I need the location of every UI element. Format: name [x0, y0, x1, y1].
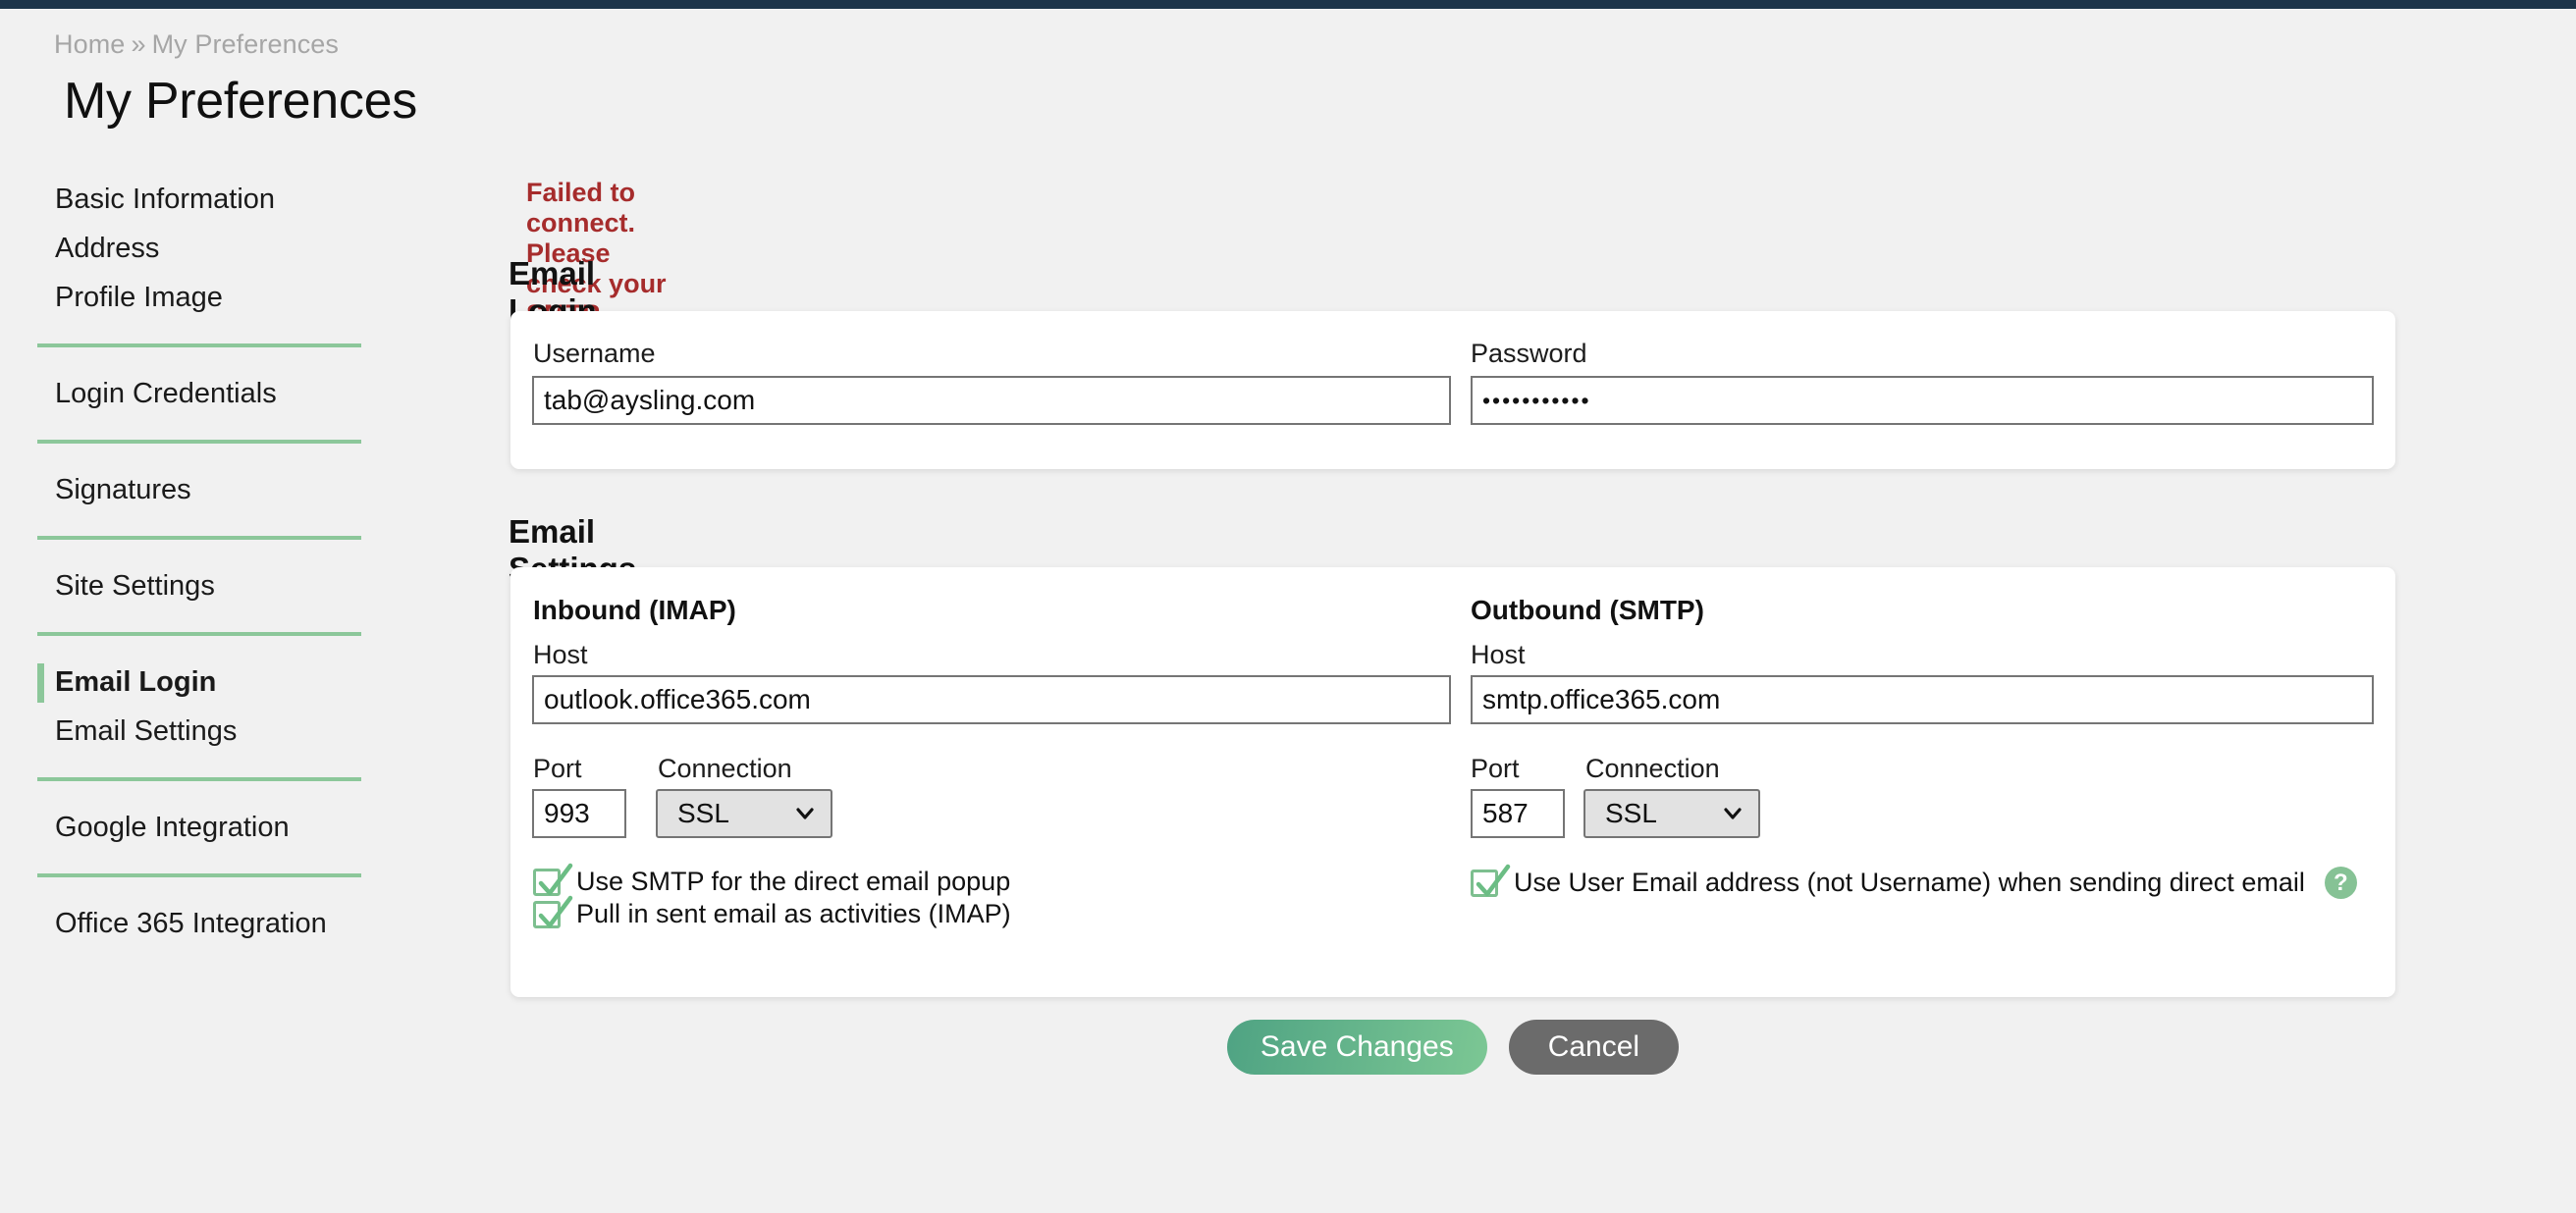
sidebar-item-site-settings[interactable]: Site Settings: [0, 561, 422, 610]
outbound-heading: Outbound (SMTP): [1471, 597, 1704, 624]
password-label: Password: [1471, 341, 1587, 367]
sidebar-nav: Basic Information Address Profile Image …: [0, 175, 422, 948]
pull-sent-imap-label: Pull in sent email as activities (IMAP): [576, 899, 1011, 929]
sidebar-item-label: Site Settings: [55, 570, 215, 603]
sidebar-divider: [37, 440, 361, 444]
outbound-connection-label: Connection: [1585, 756, 1720, 782]
top-accent-bar: [0, 0, 2576, 9]
inbound-connection-value: SSL: [677, 791, 729, 836]
breadcrumb-separator: »: [125, 29, 151, 59]
sidebar-item-signatures[interactable]: Signatures: [0, 465, 422, 514]
use-user-email-checkbox-row[interactable]: Use User Email address (not Username) wh…: [1471, 867, 2357, 899]
checkbox-checked-icon[interactable]: [533, 869, 561, 896]
email-settings-card: Inbound (IMAP) Host Port Connection SSL …: [510, 567, 2395, 997]
use-smtp-popup-label: Use SMTP for the direct email popup: [576, 867, 1010, 897]
inbound-host-input[interactable]: [532, 675, 1451, 724]
breadcrumb-current: My Preferences: [152, 29, 339, 59]
inbound-connection-select[interactable]: SSL: [656, 789, 832, 838]
chevron-down-icon: [1723, 804, 1743, 823]
password-input[interactable]: [1471, 376, 2374, 425]
page-title: My Preferences: [64, 72, 417, 131]
sidebar-item-basic-information[interactable]: Basic Information: [0, 175, 422, 224]
sidebar-item-label: Google Integration: [55, 812, 290, 844]
breadcrumb: Home»My Preferences: [54, 29, 339, 60]
sidebar-divider: [37, 343, 361, 347]
sidebar-divider: [37, 536, 361, 540]
sidebar-group: Basic Information Address Profile Image: [0, 175, 422, 322]
sidebar-item-label: Email Settings: [55, 715, 237, 748]
sidebar-item-login-credentials[interactable]: Login Credentials: [0, 369, 422, 418]
sidebar-item-address[interactable]: Address: [0, 224, 422, 273]
sidebar-item-label: Email Login: [55, 666, 216, 699]
cancel-button[interactable]: Cancel: [1509, 1020, 1679, 1075]
outbound-port-label: Port: [1471, 756, 1520, 782]
sidebar-group: Google Integration: [0, 803, 422, 852]
sidebar-divider: [37, 873, 361, 877]
sidebar-item-email-settings[interactable]: Email Settings: [0, 707, 422, 756]
sidebar-item-label: Office 365 Integration: [55, 908, 327, 940]
checkbox-checked-icon[interactable]: [533, 901, 561, 928]
outbound-connection-select[interactable]: SSL: [1583, 789, 1760, 838]
chevron-down-icon: [795, 804, 815, 823]
sidebar-item-label: Basic Information: [55, 184, 275, 216]
form-actions: Save Changes Cancel: [510, 1020, 2395, 1075]
sidebar-item-label: Address: [55, 233, 159, 265]
sidebar-item-label: Signatures: [55, 474, 191, 506]
sidebar-item-office-365-integration[interactable]: Office 365 Integration: [0, 899, 422, 948]
sidebar-group: Signatures: [0, 465, 422, 514]
email-login-card: Username Password: [510, 311, 2395, 469]
checkbox-checked-icon[interactable]: [1471, 870, 1498, 897]
sidebar-item-label: Profile Image: [55, 282, 223, 314]
sidebar-divider: [37, 777, 361, 781]
sidebar-item-profile-image[interactable]: Profile Image: [0, 273, 422, 322]
username-label: Username: [533, 341, 656, 367]
inbound-connection-label: Connection: [658, 756, 792, 782]
outbound-host-input[interactable]: [1471, 675, 2374, 724]
inbound-port-label: Port: [533, 756, 582, 782]
save-changes-button[interactable]: Save Changes: [1227, 1020, 1487, 1075]
sidebar-divider: [37, 632, 361, 636]
outbound-connection-value: SSL: [1605, 791, 1657, 836]
outbound-host-label: Host: [1471, 642, 1526, 668]
sidebar-item-google-integration[interactable]: Google Integration: [0, 803, 422, 852]
username-input[interactable]: [532, 376, 1451, 425]
inbound-heading: Inbound (IMAP): [533, 597, 736, 624]
use-user-email-label: Use User Email address (not Username) wh…: [1514, 868, 2305, 898]
sidebar-item-email-login[interactable]: Email Login: [0, 658, 422, 707]
help-icon[interactable]: ?: [2325, 867, 2357, 899]
outbound-port-input[interactable]: [1471, 789, 1565, 838]
inbound-port-input[interactable]: [532, 789, 626, 838]
sidebar-group: Site Settings: [0, 561, 422, 610]
pull-sent-imap-checkbox-row[interactable]: Pull in sent email as activities (IMAP): [533, 899, 1011, 929]
sidebar-group: Office 365 Integration: [0, 899, 422, 948]
inbound-host-label: Host: [533, 642, 588, 668]
sidebar-item-label: Login Credentials: [55, 378, 277, 410]
sidebar-group: Email Login Email Settings: [0, 658, 422, 756]
sidebar-group: Login Credentials: [0, 369, 422, 418]
use-smtp-popup-checkbox-row[interactable]: Use SMTP for the direct email popup: [533, 867, 1010, 897]
breadcrumb-home[interactable]: Home: [54, 29, 125, 59]
